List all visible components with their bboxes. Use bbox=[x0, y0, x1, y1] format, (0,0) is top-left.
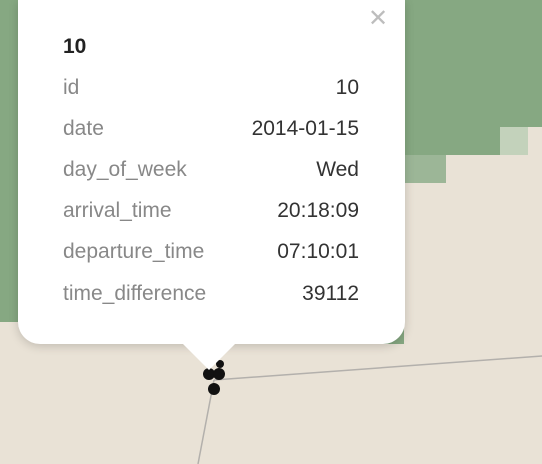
popup-title: 10 bbox=[63, 35, 87, 58]
property-row: id 10 bbox=[63, 67, 359, 108]
property-key: id bbox=[63, 75, 80, 99]
property-row: time_difference 39112 bbox=[63, 273, 359, 314]
property-value: 39112 bbox=[302, 281, 359, 305]
forest-light-patch bbox=[500, 127, 528, 155]
property-row: day_of_week Wed bbox=[63, 149, 359, 190]
close-icon[interactable]: ✕ bbox=[367, 6, 389, 30]
property-key: time_difference bbox=[63, 281, 207, 305]
property-value: 10 bbox=[335, 75, 359, 99]
property-row: arrival_time 20:18:09 bbox=[63, 191, 359, 232]
popup-tip bbox=[182, 343, 236, 370]
property-value: 2014-01-15 bbox=[251, 116, 359, 140]
property-row: departure_time 07:10:01 bbox=[63, 232, 359, 273]
property-row: date 2014-01-15 bbox=[63, 108, 359, 149]
feature-popup: ✕ 10 id 10 date 2014-01-15 day_of_week W… bbox=[18, 0, 405, 344]
property-key: arrival_time bbox=[63, 199, 172, 223]
property-key: day_of_week bbox=[63, 157, 187, 181]
property-value: Wed bbox=[316, 157, 359, 181]
forest-edge-patch bbox=[404, 155, 446, 183]
property-key: date bbox=[63, 116, 104, 140]
property-list: id 10 date 2014-01-15 day_of_week Wed ar… bbox=[63, 67, 359, 314]
location-marker[interactable] bbox=[208, 383, 220, 395]
property-value: 20:18:09 bbox=[277, 199, 359, 223]
property-value: 07:10:01 bbox=[277, 240, 359, 264]
property-key: departure_time bbox=[63, 240, 205, 264]
